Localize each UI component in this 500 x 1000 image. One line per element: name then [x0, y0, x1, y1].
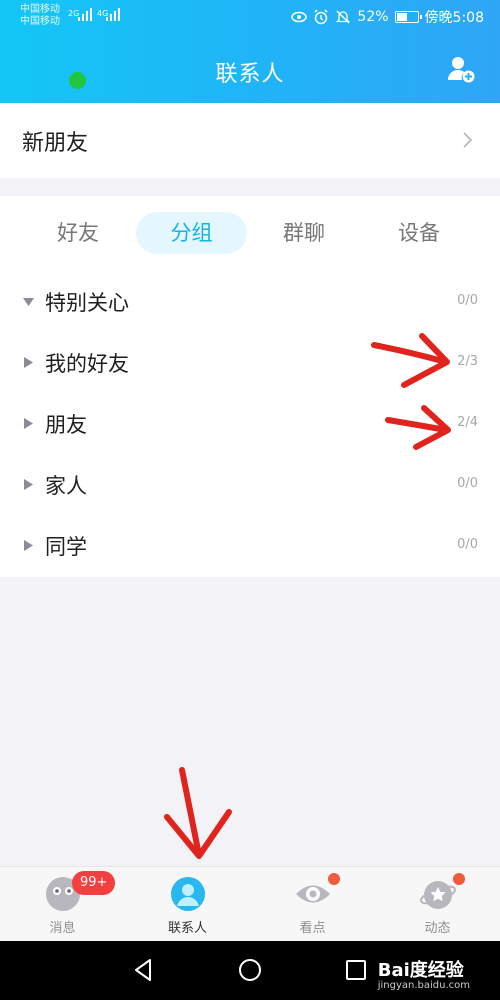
carrier-1: 中国移动	[20, 4, 60, 15]
add-person-icon	[448, 57, 475, 83]
carrier-2: 中国移动	[20, 16, 60, 27]
new-content-dot	[453, 873, 465, 885]
group-name: 我的好友	[45, 352, 129, 376]
alarm-icon	[313, 9, 329, 25]
kandian-eye-icon	[296, 885, 330, 903]
triangle-right-icon	[24, 418, 33, 429]
group-row-my-friends[interactable]: 我的好友 2/3	[0, 333, 500, 394]
new-content-dot	[328, 873, 340, 885]
eye-comfort-icon	[291, 9, 308, 25]
baidu-jingyan-watermark: Bai度经验 jingyan.baidu.com	[378, 956, 470, 991]
signal-bars-1-icon	[78, 8, 92, 21]
group-row-special-care[interactable]: 特别关心 0/0	[0, 272, 500, 333]
nav-label: 看点	[299, 921, 326, 936]
chevron-right-icon	[463, 132, 473, 148]
tab-group-chats[interactable]: 群聊	[266, 212, 342, 254]
contacts-icon	[171, 877, 205, 911]
signal-bars-2-icon	[106, 8, 120, 21]
system-nav-bar: Bai度经验 jingyan.baidu.com	[0, 941, 500, 1000]
nav-messages[interactable]: 99+ 消息	[0, 867, 125, 942]
group-name: 家人	[45, 474, 87, 498]
unread-badge: 99+	[72, 871, 116, 895]
carrier-labels: 中国移动 中国移动	[20, 4, 60, 28]
page-title: 联系人	[215, 62, 285, 87]
status-right: 52% 傍晚5:08	[291, 7, 484, 27]
group-online-count: 0/0	[457, 293, 478, 308]
new-friends-label: 新朋友	[22, 130, 89, 156]
triangle-right-icon	[24, 479, 33, 490]
group-row-classmates[interactable]: 同学 0/0	[0, 516, 500, 577]
nav-contacts[interactable]: 联系人	[125, 867, 250, 942]
home-icon[interactable]	[236, 956, 264, 984]
group-name: 特别关心	[45, 291, 129, 315]
nav-kandian[interactable]: 看点	[250, 867, 375, 942]
watermark-url: jingyan.baidu.com	[377, 980, 470, 991]
tab-devices[interactable]: 设备	[381, 212, 457, 254]
group-row-friends[interactable]: 朋友 2/4	[0, 394, 500, 455]
add-contact-button[interactable]	[446, 54, 476, 84]
nav-feeds[interactable]: 动态	[375, 867, 500, 942]
group-online-count: 0/0	[457, 537, 478, 552]
group-online-count: 0/0	[457, 476, 478, 491]
battery-fill	[396, 13, 407, 21]
triangle-right-icon	[24, 357, 33, 368]
tab-groups[interactable]: 分组	[136, 212, 247, 254]
nav-label: 消息	[49, 921, 76, 936]
mute-bell-icon	[335, 9, 351, 25]
group-name: 同学	[45, 535, 87, 559]
planet-star-icon	[419, 881, 457, 909]
annotation-arrow-contacts-tab	[164, 767, 232, 859]
clock: 傍晚5:08	[424, 10, 484, 26]
group-name: 朋友	[45, 413, 87, 437]
bottom-nav: 99+ 消息 联系人 看点 动态	[0, 866, 500, 941]
app-header: 中国移动 中国移动 2G 4G 52% 傍晚5:08 联系人	[0, 0, 500, 103]
nav-label: 动态	[424, 921, 451, 936]
group-online-count: 2/4	[457, 415, 478, 430]
recents-icon[interactable]	[342, 956, 370, 984]
watermark-brand: Bai度经验	[377, 960, 464, 981]
battery-percent: 52%	[357, 9, 389, 25]
new-friends-row[interactable]: 新朋友	[0, 103, 500, 178]
tab-friends[interactable]: 好友	[40, 212, 116, 254]
contacts-tabs: 好友 分组 群聊 设备	[0, 212, 500, 254]
group-online-count: 2/3	[457, 354, 478, 369]
battery-icon	[394, 11, 422, 23]
triangle-right-icon	[24, 540, 33, 551]
status-bar: 中国移动 中国移动 2G 4G 52% 傍晚5:08	[0, 0, 500, 34]
nav-label: 联系人	[167, 921, 207, 936]
contacts-panel: 好友 分组 群聊 设备 特别关心 0/0 我的好友 2/3 朋友 2/4 家人 …	[0, 196, 500, 577]
back-icon[interactable]	[130, 956, 158, 984]
group-row-family[interactable]: 家人 0/0	[0, 455, 500, 516]
triangle-down-icon	[23, 298, 34, 306]
